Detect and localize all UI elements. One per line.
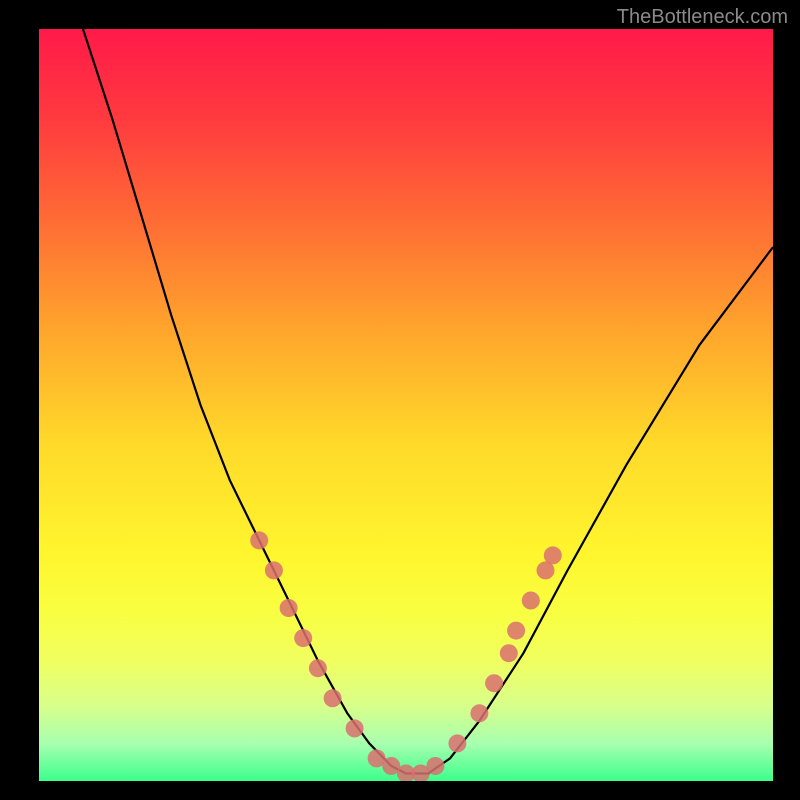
marker-point: [544, 546, 562, 564]
marker-point: [500, 644, 518, 662]
curve-path: [83, 29, 773, 774]
marker-point: [309, 659, 327, 677]
marker-point: [522, 592, 540, 610]
marker-point: [470, 704, 488, 722]
marker-point: [426, 757, 444, 775]
marker-point: [448, 734, 466, 752]
marker-point: [324, 689, 342, 707]
highlight-markers: [250, 531, 562, 781]
bottleneck-curve: [83, 29, 773, 774]
watermark-text: TheBottleneck.com: [617, 6, 788, 29]
chart-svg: [39, 29, 773, 781]
marker-point: [280, 599, 298, 617]
marker-point: [294, 629, 312, 647]
marker-point: [346, 719, 364, 737]
marker-point: [250, 531, 268, 549]
marker-point: [507, 622, 525, 640]
marker-point: [485, 674, 503, 692]
marker-point: [265, 561, 283, 579]
